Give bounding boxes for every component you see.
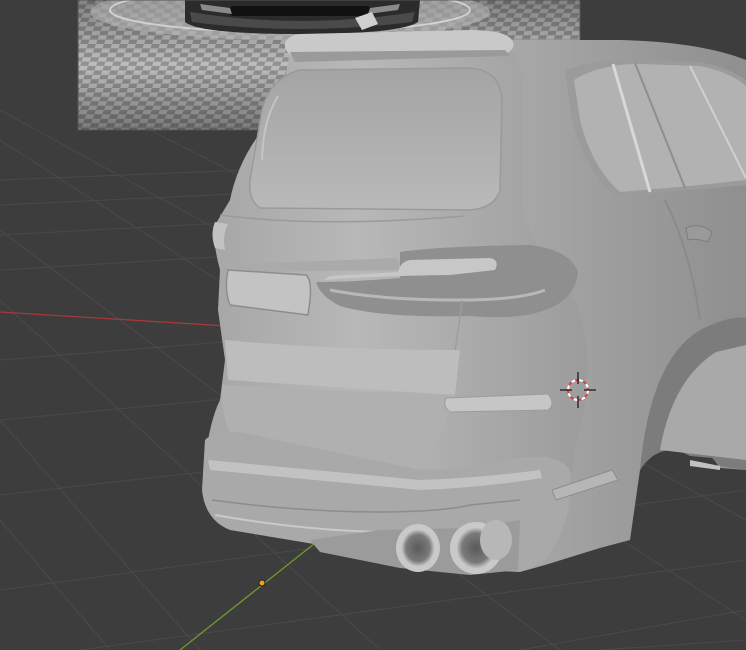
suv-rear-model[interactable] — [202, 12, 746, 575]
origin-point — [258, 579, 266, 587]
3d-viewport[interactable] — [0, 0, 746, 650]
